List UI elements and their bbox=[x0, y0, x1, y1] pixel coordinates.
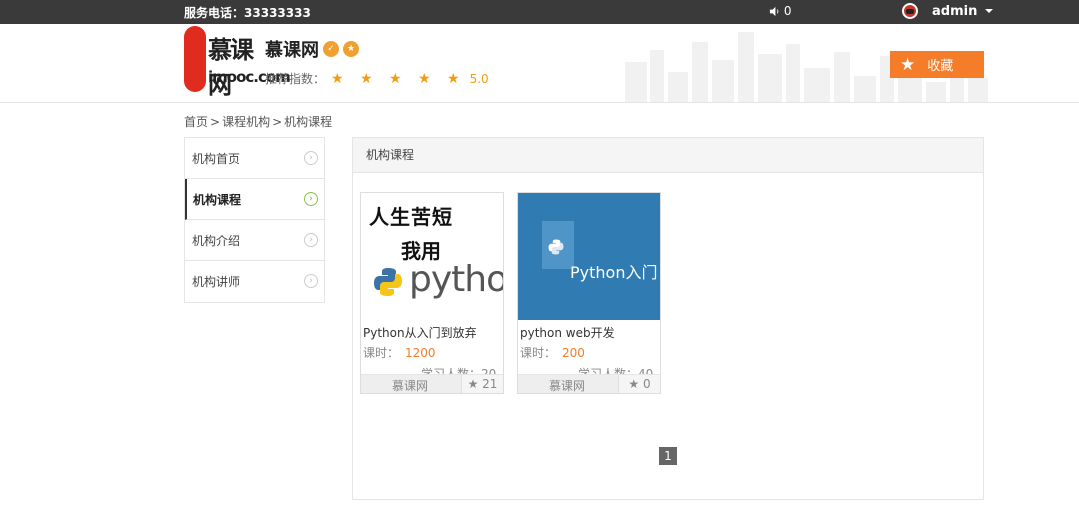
breadcrumb-home[interactable]: 首页 bbox=[184, 115, 208, 129]
breadcrumb-separator: > bbox=[210, 115, 221, 129]
pagination-page[interactable]: 1 bbox=[659, 447, 677, 465]
org-header: 慕课网 imooc.com 慕课网 ✓ ★ 推荐指数： ★ ★ ★ ★ ★ 5.… bbox=[0, 24, 1079, 103]
sidebar-item-home[interactable]: 机构首页 › bbox=[185, 138, 324, 179]
course-footer: 慕课网 ★ 0 bbox=[518, 374, 660, 393]
course-footer: 慕课网 ★ 21 bbox=[361, 374, 503, 393]
python-logo-icon bbox=[374, 268, 402, 296]
org-courses-panel: 机构课程 人生苦短 我用 python Python从入门到放弃 课时：1200… bbox=[352, 137, 984, 500]
org-name: 慕课网 ✓ ★ bbox=[265, 36, 359, 62]
messages-link[interactable]: 0 bbox=[769, 4, 791, 18]
star-icon: ★ bbox=[900, 54, 916, 75]
top-bar: 服务电话：33333333 0 admin bbox=[0, 0, 1079, 24]
username: admin bbox=[932, 3, 978, 19]
message-count: 0 bbox=[783, 4, 792, 18]
course-title[interactable]: python web开发 bbox=[518, 320, 660, 342]
course-hours: 课时： 200 bbox=[518, 342, 660, 363]
favorite-count: 21 bbox=[482, 377, 498, 391]
chevron-right-icon: › bbox=[304, 151, 318, 165]
phone-number: 33333333 bbox=[244, 6, 311, 20]
cover-text: Python入门 bbox=[570, 263, 658, 282]
logo-mark bbox=[184, 26, 206, 92]
breadcrumb-orgs[interactable]: 课程机构 bbox=[222, 115, 270, 129]
certified-badge-icon: ✓ bbox=[323, 41, 339, 57]
star-icon: ★ bbox=[467, 377, 479, 391]
phone-label: 服务电话： bbox=[184, 6, 245, 20]
org-logo[interactable]: 慕课网 imooc.com bbox=[184, 26, 291, 99]
course-cover-image[interactable]: Python入门 bbox=[518, 193, 660, 320]
course-org: 慕课网 bbox=[391, 379, 428, 393]
cover-brand: python bbox=[409, 259, 503, 300]
hours-label: 课时： bbox=[520, 346, 557, 360]
panel-title: 机构课程 bbox=[353, 138, 983, 173]
cover-text: 人生苦短 bbox=[369, 205, 453, 229]
chevron-right-icon: › bbox=[304, 233, 318, 247]
rating-label: 推荐指数： bbox=[265, 72, 326, 86]
breadcrumb-separator: > bbox=[272, 115, 283, 129]
logo-text: 慕课网 bbox=[208, 35, 254, 99]
course-cover-image[interactable]: 人生苦短 我用 python bbox=[361, 193, 503, 320]
course-org: 慕课网 bbox=[548, 379, 585, 393]
sidebar-item-intro[interactable]: 机构介绍 › bbox=[185, 220, 324, 261]
course-card[interactable]: 人生苦短 我用 python Python从入门到放弃 课时：1200 学习人数… bbox=[360, 192, 504, 394]
course-card[interactable]: Python入门 python web开发 课时：200 学习人数：40 慕课网… bbox=[517, 192, 661, 394]
chevron-right-icon: › bbox=[304, 192, 318, 206]
hours-value: 1200 bbox=[405, 346, 436, 360]
sidebar-item-label: 机构课程 bbox=[193, 192, 242, 207]
sidebar-item-teachers[interactable]: 机构讲师 › bbox=[185, 261, 324, 302]
org-name-text: 慕课网 bbox=[265, 40, 319, 61]
hours-label: 课时： bbox=[363, 346, 400, 360]
breadcrumb-current: 机构课程 bbox=[284, 115, 333, 129]
avatar bbox=[902, 3, 918, 19]
favorite-label: 收藏 bbox=[927, 59, 954, 74]
course-hours: 课时： 1200 bbox=[361, 342, 503, 363]
chevron-down-icon bbox=[985, 9, 994, 13]
course-favorites: ★ 0 bbox=[618, 375, 660, 393]
star-icon: ★ bbox=[628, 377, 640, 391]
favorite-count: 0 bbox=[642, 377, 651, 391]
sidebar-item-courses[interactable]: 机构课程 › bbox=[185, 179, 324, 220]
gold-badge-icon: ★ bbox=[343, 41, 359, 57]
hours-value: 200 bbox=[562, 346, 585, 360]
course-favorites: ★ 21 bbox=[461, 375, 503, 393]
favorite-button[interactable]: ★ 收藏 bbox=[890, 51, 984, 78]
sidebar-item-label: 机构介绍 bbox=[192, 233, 241, 248]
course-title[interactable]: Python从入门到放弃 bbox=[361, 320, 503, 342]
python-logo-icon bbox=[548, 239, 564, 255]
recommend-rating: 推荐指数： ★ ★ ★ ★ ★ 5.0 bbox=[265, 70, 489, 87]
user-menu[interactable]: admin bbox=[902, 3, 994, 19]
speaker-icon bbox=[769, 6, 779, 17]
sidebar-item-label: 机构首页 bbox=[192, 151, 241, 166]
rating-score: 5.0 bbox=[469, 71, 489, 86]
org-sidebar: 机构首页 › 机构课程 › 机构介绍 › 机构讲师 › bbox=[184, 137, 325, 303]
breadcrumb: 首页 > 课程机构 > 机构课程 bbox=[184, 113, 332, 130]
service-phone: 服务电话：33333333 bbox=[184, 4, 311, 21]
chevron-right-icon: › bbox=[304, 274, 318, 288]
star-icons: ★ ★ ★ ★ ★ bbox=[331, 70, 466, 87]
sidebar-item-label: 机构讲师 bbox=[192, 275, 241, 289]
